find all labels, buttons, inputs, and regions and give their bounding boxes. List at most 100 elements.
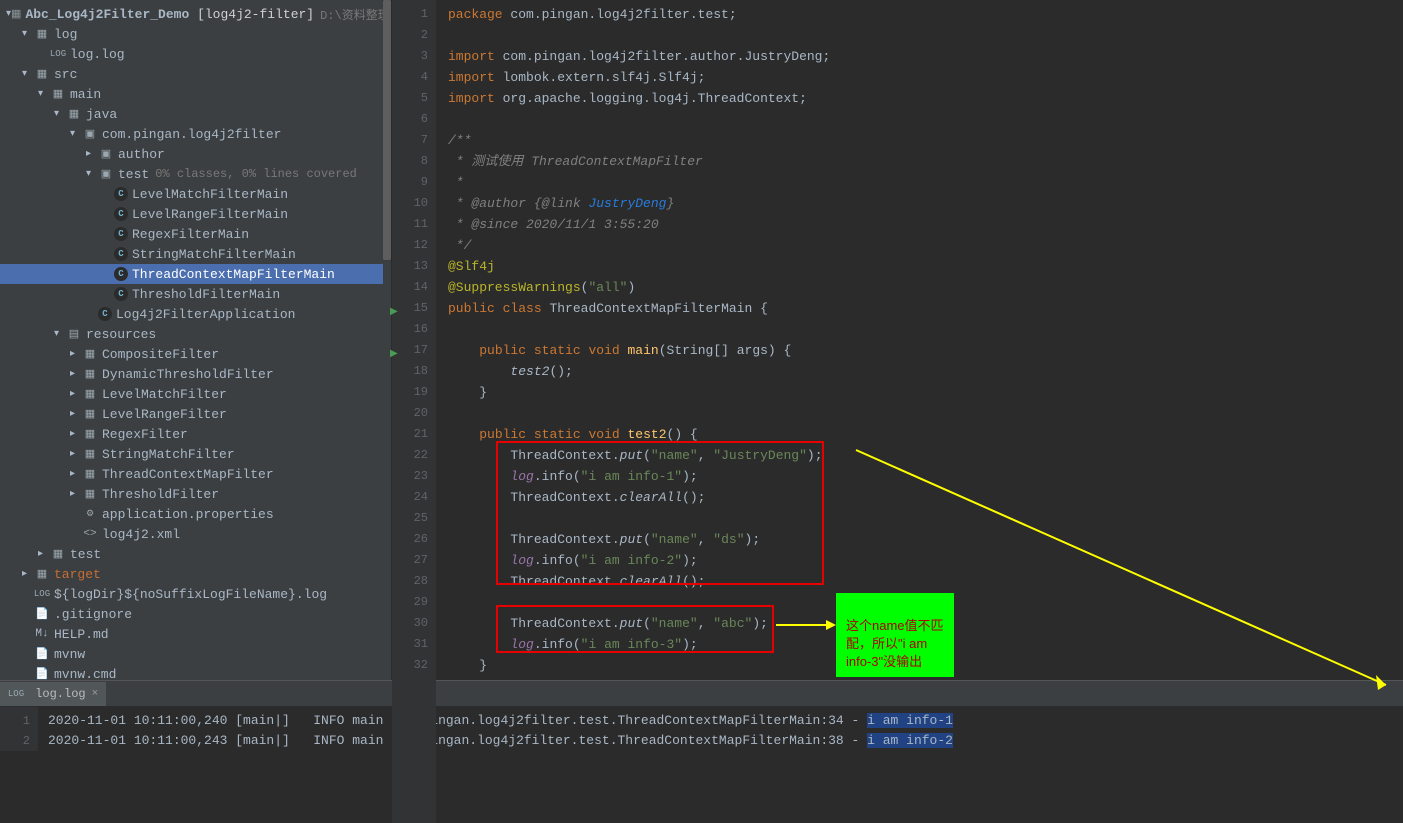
folder-icon: ▦ bbox=[50, 546, 66, 562]
class-icon bbox=[114, 247, 128, 261]
tree-class-threadctx[interactable]: ThreadContextMapFilterMain bbox=[0, 264, 391, 284]
editor-gutter[interactable]: 123456789101112131415▶1617▶1819202122232… bbox=[392, 0, 436, 823]
tree-folder-java[interactable]: ▾▦java bbox=[0, 104, 391, 124]
close-icon[interactable]: × bbox=[92, 688, 99, 700]
chevron-right-icon: ▸ bbox=[70, 468, 82, 480]
package-icon: ▣ bbox=[98, 166, 114, 182]
folder-icon: ▦ bbox=[50, 86, 66, 102]
tree-folder-levelrange[interactable]: ▸▦LevelRangeFilter bbox=[0, 404, 391, 424]
tree-file-appprops[interactable]: ⚙application.properties bbox=[0, 504, 391, 524]
tree-class-app[interactable]: Log4j2FilterApplication bbox=[0, 304, 391, 324]
log-gutter: 12 bbox=[0, 707, 38, 751]
tree-folder-threshold[interactable]: ▸▦ThresholdFilter bbox=[0, 484, 391, 504]
class-icon bbox=[98, 307, 112, 321]
tree-file-mvnw[interactable]: 📄mvnw bbox=[0, 644, 391, 664]
editor-area: 123456789101112131415▶1617▶1819202122232… bbox=[392, 0, 1403, 680]
chevron-right-icon: ▸ bbox=[38, 548, 50, 560]
folder-icon: ▦ bbox=[82, 486, 98, 502]
tree-folder-log[interactable]: ▾▦log bbox=[0, 24, 391, 44]
log-file-icon: LOG bbox=[8, 686, 24, 702]
resources-icon: ▤ bbox=[66, 326, 82, 342]
annotation-callout: 这个name值不匹配，所以"i aminfo-3"没输出 bbox=[836, 593, 954, 677]
class-icon bbox=[114, 267, 128, 281]
xml-icon: <> bbox=[82, 526, 98, 542]
branch-label: [log4j2-filter] bbox=[197, 7, 314, 22]
folder-icon: ▦ bbox=[82, 346, 98, 362]
tree-package[interactable]: ▾▣com.pingan.log4j2filter bbox=[0, 124, 391, 144]
folder-icon: ▦ bbox=[82, 406, 98, 422]
tree-class-levelmatch[interactable]: LevelMatchFilterMain bbox=[0, 184, 391, 204]
file-icon: 📄 bbox=[34, 646, 50, 662]
chevron-right-icon: ▸ bbox=[70, 348, 82, 360]
tree-class-stringmatch[interactable]: StringMatchFilterMain bbox=[0, 244, 391, 264]
chevron-down-icon: ▾ bbox=[38, 88, 50, 100]
file-icon: 📄 bbox=[34, 606, 50, 622]
tree-folder-test[interactable]: ▸▦test bbox=[0, 544, 391, 564]
folder-icon: ▦ bbox=[34, 26, 50, 42]
package-icon: ▣ bbox=[98, 146, 114, 162]
folder-icon: ▦ bbox=[34, 566, 50, 582]
file-icon: 📄 bbox=[34, 666, 50, 680]
tree-folder-src[interactable]: ▾▦src bbox=[0, 64, 391, 84]
folder-icon: ▦ bbox=[82, 366, 98, 382]
chevron-right-icon: ▸ bbox=[70, 488, 82, 500]
folder-icon: ▦ bbox=[66, 106, 82, 122]
folder-icon: ▦ bbox=[82, 426, 98, 442]
chevron-right-icon: ▸ bbox=[70, 448, 82, 460]
chevron-down-icon: ▾ bbox=[86, 168, 98, 180]
chevron-down-icon: ▾ bbox=[54, 328, 66, 340]
tree-file-logvar[interactable]: LOG${logDir}${noSuffixLogFileName}.log bbox=[0, 584, 391, 604]
tree-folder-target[interactable]: ▸▦target bbox=[0, 564, 391, 584]
tree-package-test[interactable]: ▾▣test0% classes, 0% lines covered bbox=[0, 164, 391, 184]
folder-icon: ▦ bbox=[82, 446, 98, 462]
tree-file-gitignore[interactable]: 📄.gitignore bbox=[0, 604, 391, 624]
tree-file-log4j2xml[interactable]: <>log4j2.xml bbox=[0, 524, 391, 544]
scrollbar-thumb[interactable] bbox=[383, 0, 391, 260]
chevron-down-icon: ▾ bbox=[70, 128, 82, 140]
folder-icon: ▦ bbox=[34, 66, 50, 82]
tree-class-regex[interactable]: RegexFilterMain bbox=[0, 224, 391, 244]
coverage-label: 0% classes, 0% lines covered bbox=[155, 167, 357, 181]
tree-project-root[interactable]: ▾▦Abc_Log4j2Filter_Demo [log4j2-filter]D… bbox=[0, 4, 391, 24]
folder-icon: ▦ bbox=[82, 386, 98, 402]
tree-class-levelrange[interactable]: LevelRangeFilterMain bbox=[0, 204, 391, 224]
tree-file-loglog[interactable]: LOGlog.log bbox=[0, 44, 391, 64]
properties-icon: ⚙ bbox=[82, 506, 98, 522]
chevron-right-icon: ▸ bbox=[22, 568, 34, 580]
chevron-down-icon: ▾ bbox=[22, 28, 34, 40]
tree-file-help[interactable]: M↓HELP.md bbox=[0, 624, 391, 644]
folder-icon: ▦ bbox=[11, 6, 21, 22]
tree-folder-regex[interactable]: ▸▦RegexFilter bbox=[0, 424, 391, 444]
md-icon: M↓ bbox=[34, 626, 50, 642]
annotation-box-2 bbox=[496, 605, 774, 653]
tree-folder-threadctx[interactable]: ▸▦ThreadContextMapFilter bbox=[0, 464, 391, 484]
chevron-right-icon: ▸ bbox=[70, 388, 82, 400]
tree-folder-dynamic[interactable]: ▸▦DynamicThresholdFilter bbox=[0, 364, 391, 384]
log-file-icon: LOG bbox=[50, 46, 66, 62]
chevron-right-icon: ▸ bbox=[70, 428, 82, 440]
annotation-box-1 bbox=[496, 441, 824, 585]
class-icon bbox=[114, 187, 128, 201]
chevron-down-icon: ▾ bbox=[22, 68, 34, 80]
tree-class-threshold[interactable]: ThresholdFilterMain bbox=[0, 284, 391, 304]
tree-file-mvnwcmd[interactable]: 📄mvnw.cmd bbox=[0, 664, 391, 680]
chevron-right-icon: ▸ bbox=[70, 368, 82, 380]
project-path: D:\资料整理\demo模板 bbox=[320, 6, 392, 23]
code-editor[interactable]: package com.pingan.log4j2filter.test; im… bbox=[436, 0, 1403, 823]
package-icon: ▣ bbox=[82, 126, 98, 142]
class-icon bbox=[114, 227, 128, 241]
tree-package-author[interactable]: ▸▣author bbox=[0, 144, 391, 164]
chevron-down-icon: ▾ bbox=[54, 108, 66, 120]
tree-folder-stringmatch[interactable]: ▸▦StringMatchFilter bbox=[0, 444, 391, 464]
class-icon bbox=[114, 287, 128, 301]
chevron-right-icon: ▸ bbox=[70, 408, 82, 420]
scrollbar-track bbox=[383, 0, 391, 680]
log-file-icon: LOG bbox=[34, 586, 50, 602]
log-tab[interactable]: LOG log.log× bbox=[0, 682, 106, 706]
tree-folder-main[interactable]: ▾▦main bbox=[0, 84, 391, 104]
project-tree[interactable]: ▾▦Abc_Log4j2Filter_Demo [log4j2-filter]D… bbox=[0, 0, 391, 680]
tree-folder-levelmatch[interactable]: ▸▦LevelMatchFilter bbox=[0, 384, 391, 404]
tree-folder-composite[interactable]: ▸▦CompositeFilter bbox=[0, 344, 391, 364]
tree-folder-resources[interactable]: ▾▤resources bbox=[0, 324, 391, 344]
class-icon bbox=[114, 207, 128, 221]
